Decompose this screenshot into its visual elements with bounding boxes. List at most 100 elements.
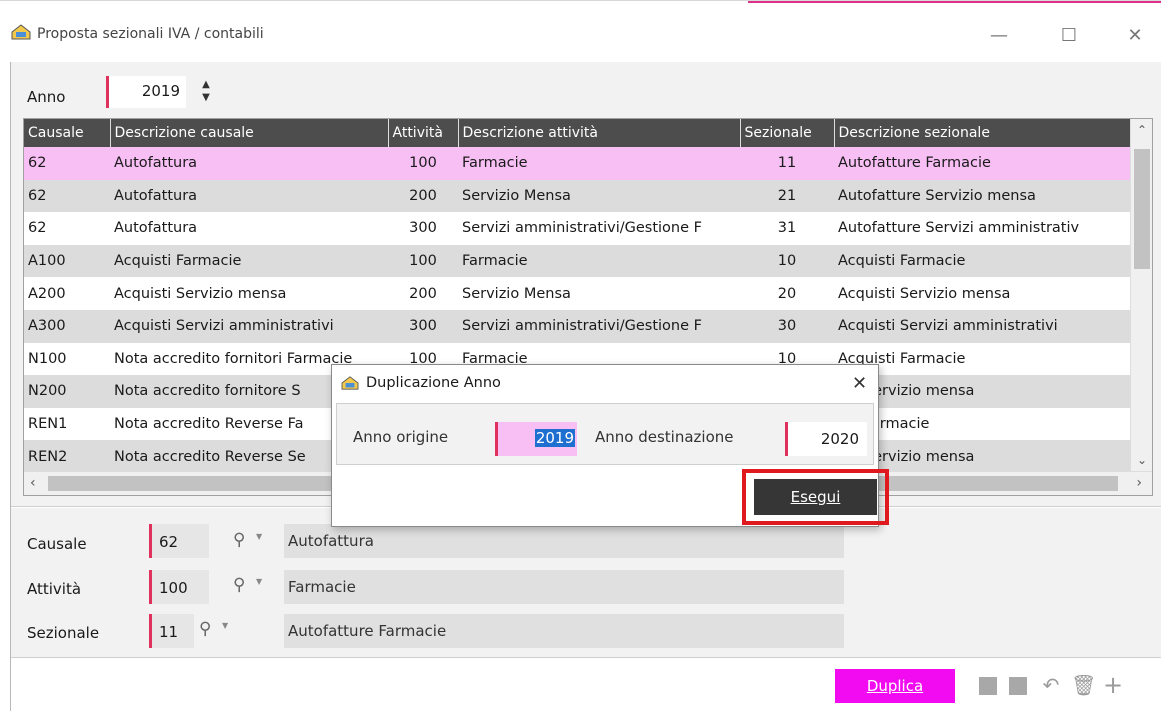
duplicazione-dialog: Duplicazione Anno ✕ Anno origine 2019 An… [331,364,889,527]
causale-desc: Autofattura [284,524,844,558]
table-cell: 300 [388,212,458,245]
table-cell: Acquisti Servizi amministrativi [110,309,388,343]
maximize-button[interactable]: ☐ [1046,21,1092,49]
scroll-left-icon[interactable]: ‹ [30,475,36,491]
table-cell: 62 [24,147,110,180]
stop-icon[interactable] [1009,677,1027,695]
anno-input[interactable]: 2019 [106,76,186,108]
causale-code-input[interactable]: 62 [149,524,209,558]
table-cell: 10 [740,244,834,278]
table-cell: Autofattura [110,212,388,245]
table-cell: REN1 [24,407,110,441]
table-cell: A300 [24,309,110,343]
anno-label: Anno [27,88,66,106]
window-title: Proposta sezionali IVA / contabili [37,26,264,42]
table-cell: REN2 [24,440,110,473]
window-titlebar: Proposta sezionali IVA / contabili — ☐ ✕ [0,0,1161,62]
table-cell: Farmacie [458,147,740,180]
table-row[interactable]: 62 Autofattura 100 Farmacie 11 Autofatture Fa… [24,147,1130,180]
table-cell: Autofatture Servizi amministrativ [834,212,1130,245]
trash-icon[interactable]: 🗑 [1071,675,1096,695]
save-icon[interactable] [979,677,997,695]
causale-label: Causale [27,535,87,553]
table-cell: 100 [388,244,458,278]
table-cell: Servizio Mensa [458,277,740,310]
scroll-up-icon[interactable]: ⌃ [1131,123,1152,137]
attivita-desc: Farmacie [284,570,844,604]
table-cell: Acquisti Servizi amministrativi [834,309,1130,343]
plus-icon[interactable]: + [1103,673,1123,697]
table-cell: Autofattura [110,179,388,213]
table-cell: 31 [740,212,834,245]
chevron-down-icon[interactable]: ▼ [222,621,228,630]
table-cell: Autofattura [110,147,388,180]
search-icon[interactable]: ⚲ [233,575,245,595]
undo-icon[interactable]: ↶ [1041,675,1061,695]
close-icon[interactable]: ✕ [852,373,867,394]
col-header[interactable]: Descrizione sezionale [834,119,1131,147]
table-cell: N100 [24,342,110,376]
table-cell: Acquisti Servizio mensa [110,277,388,310]
table-cell: 20 [740,277,834,310]
minimize-button[interactable]: — [976,21,1022,49]
close-button[interactable]: ✕ [1112,21,1158,49]
col-header[interactable]: Descrizione causale [110,119,389,147]
anno-destinazione-input[interactable]: 2020 [785,422,867,456]
table-cell: 200 [388,179,458,213]
sezionale-desc: Autofatture Farmacie [284,614,844,648]
chevron-down-icon[interactable]: ▼ [256,532,262,541]
duplica-button[interactable]: Duplica [835,669,955,703]
table-cell: 30 [740,309,834,343]
scroll-down-icon[interactable]: ⌄ [1131,453,1152,467]
app-icon [341,376,359,390]
table-row[interactable]: A200 Acquisti Servizio mensa 200 Servizio M… [24,277,1130,310]
vertical-scrollbar[interactable]: ⌃ ⌄ [1130,119,1152,471]
table-cell: 62 [24,212,110,245]
app-icon [11,24,31,40]
table-cell: 300 [388,309,458,343]
chevron-down-icon[interactable]: ▼ [256,577,262,586]
scroll-thumb[interactable] [1134,149,1150,269]
highlight-frame: Esegui [742,469,889,525]
table-row[interactable]: 62 Autofattura 200 Servizio Mensa 21 Autofatt… [24,179,1130,213]
search-icon[interactable]: ⚲ [199,619,211,639]
table-cell: Farmacie [458,244,740,278]
col-header[interactable]: Causale [24,119,111,147]
dialog-title: Duplicazione Anno [366,375,501,391]
table-cell: 11 [740,147,834,180]
table-cell: 21 [740,179,834,213]
toolbar: Duplica ↶ 🗑 + [11,659,1161,711]
anno-spinner[interactable]: ▲ ▼ [195,78,217,108]
detail-panel: Causale 62 ⚲ ▼ Autofattura Attività 100 … [11,508,1161,658]
anno-origine-input[interactable]: 2019 [495,422,577,456]
anno-origine-label: Anno origine [353,428,449,446]
table-cell: A100 [24,244,110,278]
sezionale-label: Sezionale [27,624,100,642]
table-row[interactable]: A100 Acquisti Farmacie 100 Farmacie 10 Acquis… [24,244,1130,278]
table-cell: Acquisti Farmacie [834,244,1130,278]
col-header[interactable]: Sezionale [740,119,835,147]
table-cell: Autofatture Farmacie [834,147,1130,180]
attivita-label: Attività [27,580,82,598]
table-cell: Acquisti Servizio mensa [834,277,1130,310]
spin-up-icon[interactable]: ▲ [195,78,217,91]
accent-line [748,1,1161,3]
col-header[interactable]: Descrizione attività [458,119,741,147]
table-row[interactable]: A300 Acquisti Servizi amministrativi 300 Se… [24,309,1130,343]
table-cell: Servizi amministrativi/Gestione F [458,309,740,343]
sezionale-code-input[interactable]: 11 [149,614,194,648]
table-row[interactable]: 62 Autofattura 300 Servizi amministrativi/G… [24,212,1130,245]
search-icon[interactable]: ⚲ [233,530,245,550]
spin-down-icon[interactable]: ▼ [195,91,217,104]
esegui-button[interactable]: Esegui [754,479,877,515]
anno-destinazione-label: Anno destinazione [595,428,734,446]
attivita-code-input[interactable]: 100 [149,570,209,604]
table-cell: Acquisti Farmacie [110,244,388,278]
scroll-right-icon[interactable]: › [1136,475,1142,491]
table-cell: Autofatture Servizio mensa [834,179,1130,213]
table-cell: 62 [24,179,110,213]
col-header[interactable]: Attività [388,119,459,147]
table-cell: A200 [24,277,110,310]
table-cell: Servizio Mensa [458,179,740,213]
table-cell: N200 [24,375,110,408]
